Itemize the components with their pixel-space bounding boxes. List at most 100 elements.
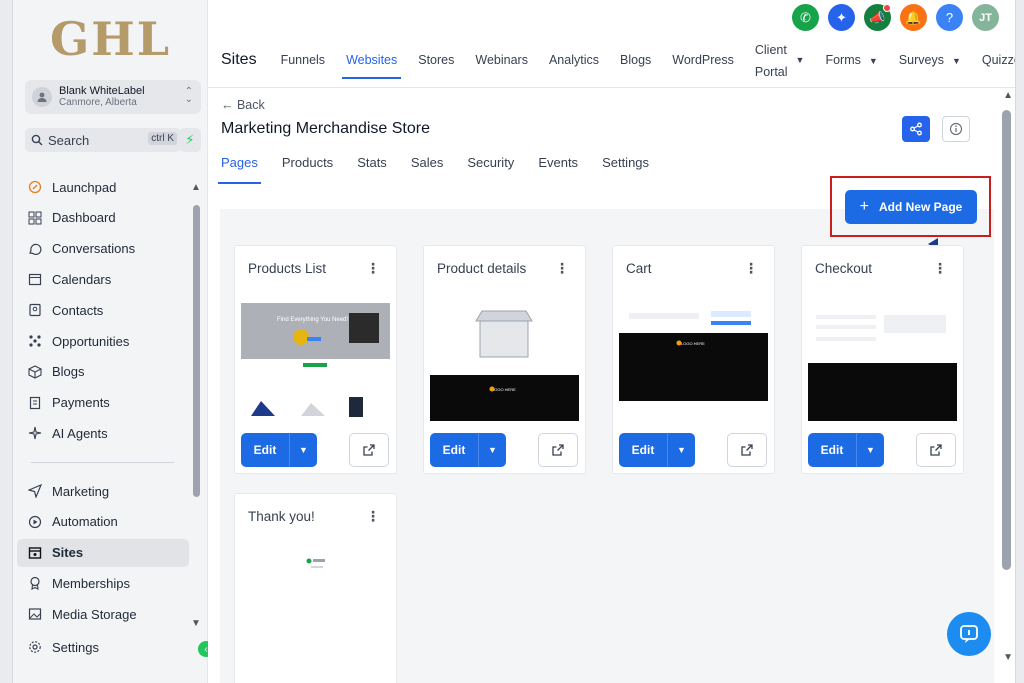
chevron-down-icon[interactable]: ▼ <box>290 445 317 455</box>
chat-icon <box>27 241 43 257</box>
rocket-icon <box>27 179 43 195</box>
back-link[interactable]: ← Back <box>221 98 265 112</box>
more-options-icon[interactable]: ⋮ <box>744 260 758 277</box>
nav-blogs[interactable]: Blogs <box>620 53 651 67</box>
chat-support-button[interactable] <box>947 612 991 656</box>
help-icon[interactable]: ? <box>936 4 963 31</box>
add-new-page-button[interactable]: + Add New Page <box>845 190 977 224</box>
sidebar-item-sites[interactable]: Sites <box>17 538 189 567</box>
tab-security[interactable]: Security <box>467 155 514 170</box>
scroll-up-arrow-icon[interactable]: ▲ <box>1003 90 1013 101</box>
cube-icon <box>27 364 43 380</box>
quick-action-bolt-icon[interactable]: ⚡ <box>179 128 201 152</box>
chevron-down-icon[interactable]: ▼ <box>479 445 506 455</box>
search-label: Search <box>48 132 90 148</box>
sidebar-scrollbar[interactable] <box>193 205 200 497</box>
info-button[interactable] <box>942 116 970 142</box>
sidebar-item-calendars[interactable]: Calendars <box>17 265 189 293</box>
edit-label[interactable]: Edit <box>808 443 856 457</box>
client-portal-line2: Portal <box>754 65 788 79</box>
share-button[interactable] <box>902 116 930 142</box>
calendar-icon <box>27 271 43 287</box>
nav-wordpress[interactable]: WordPress <box>672 53 734 67</box>
sidebar-item-payments[interactable]: Payments <box>17 389 189 417</box>
sidebar-item-settings[interactable]: Settings <box>17 633 189 661</box>
more-options-icon[interactable]: ⋮ <box>555 260 569 277</box>
sidebar-item-media-storage[interactable]: Media Storage <box>17 600 189 628</box>
sidebar-item-marketing[interactable]: Marketing <box>17 477 189 505</box>
edit-label[interactable]: Edit <box>430 443 478 457</box>
more-options-icon[interactable]: ⋮ <box>933 260 947 277</box>
card-title: Checkout <box>815 261 873 276</box>
nav-stores[interactable]: Stores <box>418 53 454 67</box>
avatar-icon[interactable]: JT <box>972 4 999 31</box>
bell-icon-glyph: 🔔 <box>905 9 922 25</box>
scroll-up-arrow-icon[interactable]: ▲ <box>191 182 201 193</box>
sidebar-item-opportunities[interactable]: Opportunities <box>17 327 189 355</box>
chevron-updown-icon: ⌃ ⌄ <box>184 86 193 105</box>
nav-websites[interactable]: Websites <box>342 53 402 79</box>
nav-analytics[interactable]: Analytics <box>549 53 599 67</box>
scroll-down-arrow-icon[interactable]: ▼ <box>191 618 201 629</box>
nav-funnels[interactable]: Funnels <box>281 53 325 67</box>
account-switcher[interactable]: Blank WhiteLabel Canmore, Alberta ⌃ ⌄ <box>25 80 201 114</box>
megaphone-icon[interactable]: 📣 <box>864 4 891 31</box>
main-scrollbar[interactable] <box>1002 110 1011 570</box>
tab-products[interactable]: Products <box>282 155 333 170</box>
chevron-down-icon[interactable]: ▼ <box>857 445 884 455</box>
tab-stats[interactable]: Stats <box>357 155 387 170</box>
more-options-icon[interactable]: ⋮ <box>366 260 380 277</box>
open-external-button[interactable] <box>916 433 956 467</box>
tab-sales[interactable]: Sales <box>411 155 444 170</box>
edit-label[interactable]: Edit <box>619 443 667 457</box>
phone-icon[interactable]: ✆ <box>792 4 819 31</box>
sidebar-item-conversations[interactable]: Conversations <box>17 235 189 263</box>
sidebar-item-blogs[interactable]: Blogs <box>17 358 189 386</box>
edit-label[interactable]: Edit <box>241 443 289 457</box>
edit-split-button[interactable]: Edit ▼ <box>619 433 695 467</box>
open-external-button[interactable] <box>538 433 578 467</box>
edit-split-button[interactable]: Edit ▼ <box>241 433 317 467</box>
search-input[interactable]: Search ctrl K <box>25 128 181 152</box>
top-navigation: Sites Funnels Websites Stores Webinars A… <box>208 37 1015 83</box>
nav-forms[interactable]: Forms ▼ <box>825 53 877 67</box>
open-external-button[interactable] <box>727 433 767 467</box>
open-external-button[interactable] <box>349 433 389 467</box>
edit-split-button[interactable]: Edit ▼ <box>808 433 884 467</box>
sidebar-item-contacts[interactable]: Contacts <box>17 296 189 324</box>
badge-icon <box>27 575 43 591</box>
more-options-icon[interactable]: ⋮ <box>366 508 380 525</box>
sidebar-item-label: Payments <box>52 395 110 411</box>
page-thumbnail <box>808 301 957 421</box>
magic-icon[interactable]: ✦ <box>828 4 855 31</box>
avatar-icon-glyph: JT <box>979 11 992 24</box>
page-card-products-list[interactable]: Products List ⋮ Find Everything You Need… <box>234 245 397 474</box>
nav-quizzes[interactable]: Quizzes <box>982 53 1015 67</box>
sidebar-item-memberships[interactable]: Memberships <box>17 569 189 597</box>
forms-label: Forms <box>825 53 861 67</box>
page-card-cart[interactable]: Cart ⋮ LOGO HERE Edit ▼ <box>612 245 775 474</box>
bell-icon[interactable]: 🔔 <box>900 4 927 31</box>
page-card-thank-you[interactable]: Thank you! ⋮ <box>234 493 397 683</box>
sidebar-item-label: Calendars <box>52 271 112 287</box>
sidebar-item-launchpad[interactable]: Launchpad <box>17 173 189 201</box>
tab-events[interactable]: Events <box>538 155 578 170</box>
chevron-down-icon[interactable]: ▼ <box>668 445 695 455</box>
nav-webinars[interactable]: Webinars <box>475 53 528 67</box>
page-card-checkout[interactable]: Checkout ⋮ Edit ▼ <box>801 245 964 474</box>
search-shortcut: ctrl K <box>148 132 177 145</box>
info-icon <box>949 122 963 136</box>
sidebar-item-dashboard[interactable]: Dashboard <box>17 204 189 232</box>
sidebar-item-ai-agents[interactable]: AI Agents <box>17 419 189 447</box>
page-card-product-details[interactable]: Product details ⋮ LOGO HERE Edit ▼ <box>423 245 586 474</box>
scroll-down-arrow-icon[interactable]: ▼ <box>1003 652 1013 663</box>
tab-settings[interactable]: Settings <box>602 155 649 170</box>
sidebar-item-automation[interactable]: Automation <box>17 508 189 536</box>
search-icon <box>31 134 43 146</box>
nav-surveys[interactable]: Surveys ▼ <box>899 53 961 67</box>
edit-split-button[interactable]: Edit ▼ <box>430 433 506 467</box>
nav-client-portal[interactable]: Client Portal ▼ <box>755 37 805 83</box>
magic-icon-glyph: ✦ <box>836 9 847 25</box>
tab-pages[interactable]: Pages <box>218 155 261 184</box>
external-link-icon <box>741 444 753 456</box>
